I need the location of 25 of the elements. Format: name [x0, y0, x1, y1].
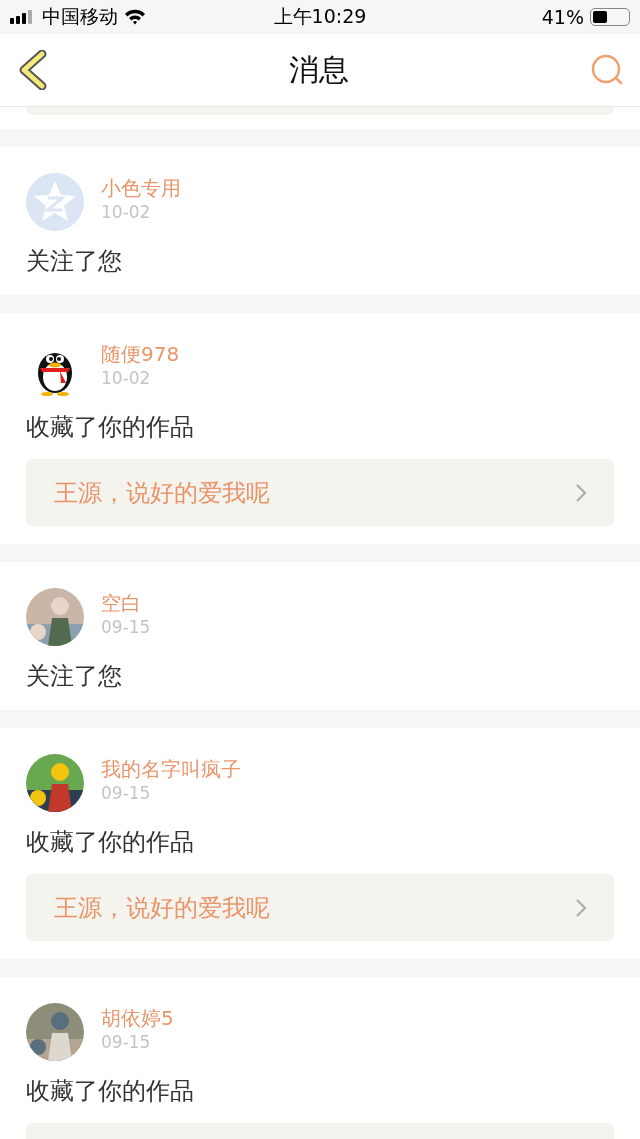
message-text: 收藏了你的作品 — [26, 1076, 195, 1107]
work-link[interactable]: 王源，说好的爱我呢 — [26, 459, 614, 526]
user-name[interactable]: 随便978 — [101, 341, 180, 367]
message-text: 关注了您 — [26, 661, 123, 692]
message-date: 09-15 — [101, 782, 152, 804]
message-date: 09-15 — [101, 616, 151, 638]
carrier-name: 中国移动 — [42, 4, 118, 29]
chevron-right-icon — [576, 898, 586, 917]
message-date: 10-02 — [101, 367, 152, 389]
message-text: 收藏了你的作品 — [26, 412, 195, 443]
user-name[interactable]: 我的名字叫疯子 — [101, 756, 241, 782]
wifi-icon — [124, 9, 146, 25]
battery-percent: 41% — [541, 6, 584, 28]
user-name[interactable]: 小色专用 — [101, 175, 181, 201]
message-text: 关注了您 — [26, 246, 123, 277]
page-title: 消息 — [289, 50, 349, 89]
work-link[interactable]: 王源，说好的爱我呢 — [26, 874, 614, 941]
clock-time: 上午10:29 — [273, 4, 367, 29]
message-date: 09-15 — [101, 1031, 152, 1053]
user-name[interactable]: 空白 — [101, 590, 151, 616]
battery-icon — [590, 8, 630, 26]
user-name[interactable]: 胡依婷5 — [101, 1005, 174, 1031]
chevron-right-icon — [576, 483, 586, 502]
message-date: 10-02 — [101, 201, 152, 223]
message-text: 收藏了你的作品 — [26, 827, 195, 858]
